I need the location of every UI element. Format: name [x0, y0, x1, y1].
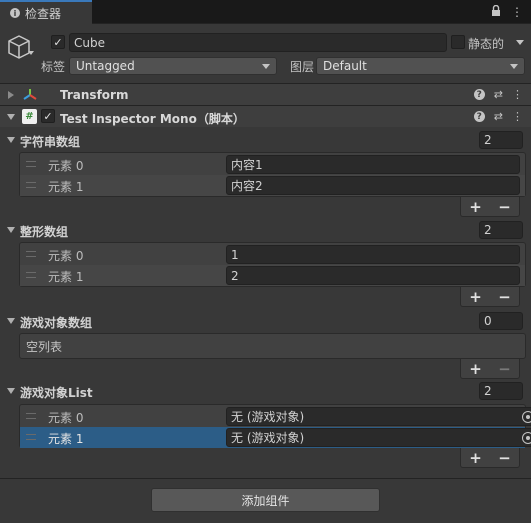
object-picker-icon[interactable] — [522, 411, 531, 423]
object-field-value: 无 (游戏对象) — [231, 410, 305, 424]
preset-icon[interactable]: ⇄ — [494, 88, 503, 101]
name-field[interactable]: Cube — [69, 33, 447, 52]
element-value-field[interactable]: 内容1 — [226, 155, 520, 174]
list-footer: + − — [460, 287, 520, 307]
list-title[interactable]: 游戏对象数组 — [20, 314, 92, 331]
element-label: 元素 1 — [48, 270, 84, 284]
context-menu-icon[interactable]: ⋮ — [512, 88, 523, 101]
script-header-icons: ? ⇄ ⋮ — [473, 110, 523, 123]
list-box: 元素 0 内容1 元素 1 内容2 — [19, 152, 526, 197]
list-title[interactable]: 整形数组 — [20, 223, 68, 240]
script-enabled-checkbox[interactable]: ✓ — [41, 109, 55, 123]
list-box: 元素 0 1 元素 1 2 — [19, 242, 526, 287]
list-footer: + − — [460, 359, 520, 379]
list-item[interactable]: 元素 0 1 — [20, 244, 525, 265]
drag-handle-icon[interactable] — [26, 413, 36, 419]
list-size-field[interactable]: 2 — [479, 382, 523, 400]
cube-icon[interactable] — [6, 34, 32, 60]
fold-icon[interactable] — [7, 114, 15, 120]
list-item[interactable]: 元素 0 无 (游戏对象) — [20, 406, 531, 427]
element-value-field[interactable]: 2 — [226, 266, 520, 285]
fold-icon[interactable] — [8, 91, 14, 99]
help-icon[interactable]: ? — [473, 111, 485, 122]
fold-icon[interactable] — [7, 137, 15, 143]
menu-icon[interactable]: ⋮ — [511, 5, 523, 19]
tag-value: Untagged — [76, 59, 135, 73]
object-field[interactable]: 无 (游戏对象) — [226, 407, 531, 426]
drag-handle-icon[interactable] — [26, 182, 36, 188]
info-icon: i — [10, 8, 20, 18]
transform-header-icons: ? ⇄ ⋮ — [473, 88, 523, 101]
script-title: Test Inspector Mono（脚本） — [60, 112, 245, 126]
context-menu-icon[interactable]: ⋮ — [512, 110, 523, 123]
lock-icon[interactable] — [491, 4, 501, 19]
element-value-field[interactable]: 1 — [226, 245, 520, 264]
empty-list-label: 空列表 — [26, 339, 63, 354]
element-label: 元素 1 — [48, 180, 84, 194]
object-field-value: 无 (游戏对象) — [231, 431, 305, 445]
empty-list-box: 空列表 — [19, 333, 526, 359]
drag-handle-icon[interactable] — [26, 434, 36, 440]
add-component-button[interactable]: 添加组件 — [151, 488, 380, 512]
object-field[interactable]: 无 (游戏对象) — [226, 428, 531, 447]
fold-icon[interactable] — [7, 227, 15, 233]
static-label: 静态的 — [468, 37, 505, 51]
layer-dropdown[interactable]: Default — [316, 57, 525, 75]
transform-icon — [22, 87, 38, 106]
static-checkbox[interactable] — [451, 35, 465, 49]
element-label: 元素 0 — [48, 411, 84, 425]
tab-title: 检查器 — [25, 6, 62, 21]
element-value-field[interactable]: 内容2 — [226, 176, 520, 195]
tag-label: 标签 — [41, 60, 66, 74]
chevron-down-icon — [262, 64, 270, 69]
list-size-field[interactable]: 0 — [479, 312, 523, 330]
static-dropdown-icon[interactable] — [516, 40, 524, 45]
remove-element-button[interactable]: − — [498, 198, 511, 216]
list-footer: + − — [460, 448, 520, 468]
remove-element-button[interactable]: − — [498, 288, 511, 306]
transform-header[interactable]: Transform ? ⇄ ⋮ — [0, 83, 531, 105]
list-footer: + − — [460, 197, 520, 217]
fold-icon[interactable] — [7, 388, 15, 394]
icon-dropdown-icon[interactable] — [28, 51, 34, 55]
list-size-field[interactable]: 2 — [479, 131, 523, 149]
drag-handle-icon[interactable] — [26, 161, 36, 167]
remove-element-button: − — [498, 359, 511, 378]
divider — [0, 478, 531, 479]
object-picker-icon[interactable] — [522, 432, 531, 444]
list-size-field[interactable]: 2 — [479, 221, 523, 239]
transform-title: Transform — [60, 88, 129, 102]
element-label: 元素 1 — [48, 432, 84, 446]
active-checkbox[interactable]: ✓ — [51, 35, 65, 49]
element-label: 元素 0 — [48, 159, 84, 173]
drag-handle-icon[interactable] — [26, 251, 36, 257]
tab-bar: i 检查器 ⋮ — [0, 0, 531, 24]
fold-icon[interactable] — [7, 318, 15, 324]
tab-inspector[interactable]: i 检查器 — [0, 0, 92, 24]
layer-label: 图层 — [290, 60, 315, 74]
list-title[interactable]: 游戏对象List — [20, 384, 93, 401]
script-icon: # — [22, 109, 37, 124]
add-element-button[interactable]: + — [469, 288, 482, 306]
list-item[interactable]: 元素 1 2 — [20, 265, 525, 286]
list-item-selected[interactable]: 元素 1 无 (游戏对象) — [20, 427, 531, 448]
remove-element-button[interactable]: − — [498, 449, 511, 467]
list-item[interactable]: 元素 0 内容1 — [20, 154, 525, 175]
drag-handle-icon[interactable] — [26, 272, 36, 278]
tab-icons: ⋮ — [491, 4, 523, 19]
help-icon[interactable]: ? — [473, 89, 485, 100]
list-title[interactable]: 字符串数组 — [20, 133, 80, 150]
element-label: 元素 0 — [48, 249, 84, 263]
chevron-down-icon — [510, 64, 518, 69]
add-element-button[interactable]: + — [469, 360, 482, 378]
add-element-button[interactable]: + — [469, 449, 482, 467]
layer-value: Default — [323, 59, 367, 73]
list-item[interactable]: 元素 1 内容2 — [20, 175, 525, 196]
tag-dropdown[interactable]: Untagged — [69, 57, 277, 75]
add-element-button[interactable]: + — [469, 198, 482, 216]
script-header[interactable]: # ✓ Test Inspector Mono（脚本） ? ⇄ ⋮ — [0, 105, 531, 127]
preset-icon[interactable]: ⇄ — [494, 110, 503, 123]
list-box: 元素 0 无 (游戏对象) 元素 1 无 (游戏对象) — [19, 404, 531, 448]
